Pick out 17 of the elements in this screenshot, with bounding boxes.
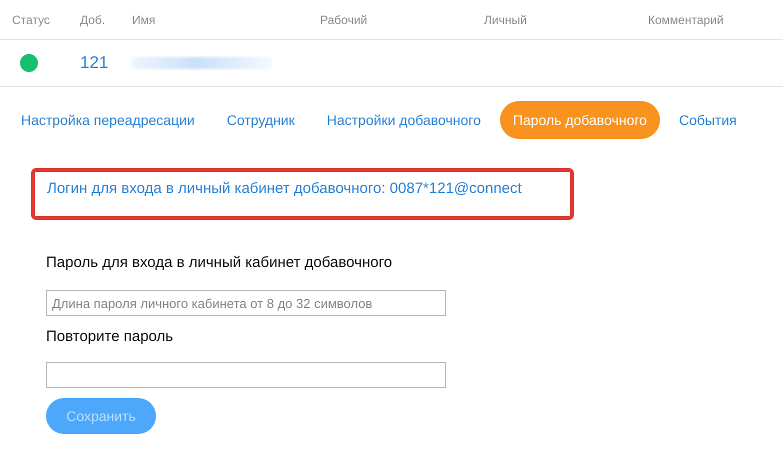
tab[interactable]: Сотрудник	[214, 101, 308, 139]
column-header: Рабочий	[320, 12, 368, 26]
password-field[interactable]: Длина пароля личного кабинета от 8 до 32 символов	[46, 290, 446, 316]
column-header: Имя	[132, 12, 156, 26]
tab[interactable]: Настройки добавочного	[314, 101, 494, 139]
extension-number: 121	[80, 53, 110, 73]
column-header: Статус	[12, 12, 51, 26]
login-notice: Логин для входа в личный кабинет добавочного: 0087*121@connect	[47, 180, 523, 197]
column-header: Личный	[484, 12, 528, 26]
field-label: Повторите пароль	[46, 328, 174, 347]
field-label: Пароль для входа в личный кабинет добавочного	[46, 254, 394, 273]
tab[interactable]: События	[666, 101, 750, 139]
password-field[interactable]	[46, 362, 446, 388]
column-header: Доб.	[80, 12, 106, 26]
tab[interactable]: Пароль добавочного	[500, 101, 660, 139]
column-header: Комментарий	[648, 12, 725, 26]
tab[interactable]: Настройка переадресации	[8, 101, 208, 139]
